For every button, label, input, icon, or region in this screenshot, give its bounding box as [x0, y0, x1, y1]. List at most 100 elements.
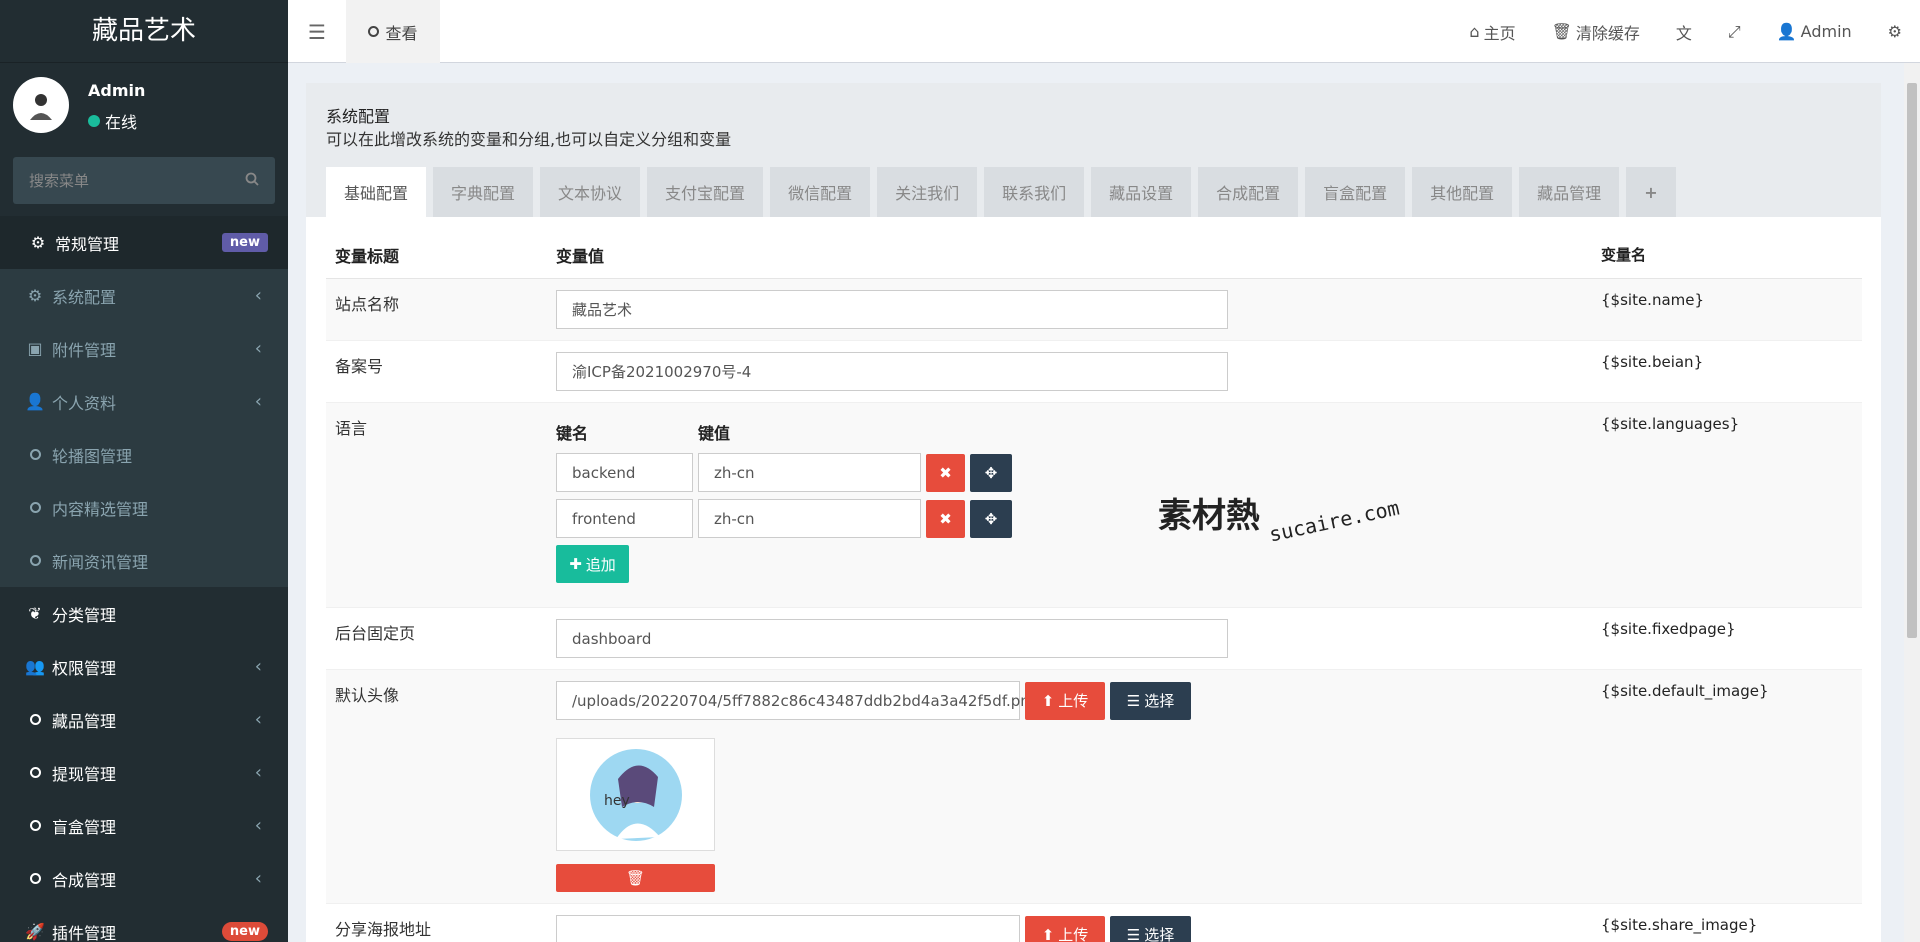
home-label: 主页	[1483, 23, 1516, 43]
tab-alipay[interactable]: 支付宝配置	[647, 167, 764, 217]
cogs-icon: ⚙	[30, 233, 46, 252]
tab-view[interactable]: 查看	[346, 0, 440, 63]
tab-blindbox[interactable]: 盲盒配置	[1305, 167, 1406, 217]
select-button[interactable]: ☰ 选择	[1110, 915, 1191, 942]
search-icon[interactable]	[245, 172, 259, 190]
upload-label: 上传	[1058, 692, 1089, 710]
users-icon: 👥	[25, 657, 45, 676]
drag-pair-button[interactable]: ✥	[970, 453, 1012, 492]
row-title: 默认头像	[335, 686, 400, 705]
tab-collection-settings[interactable]: 藏品设置	[1091, 167, 1192, 217]
menu-item-plugins[interactable]: 🚀 插件管理 new	[0, 905, 288, 942]
search-placeholder: 搜索菜单	[29, 172, 90, 190]
sidebar: 藏品艺术 Admin 在线 搜索菜单 ⚙ 常规管理 new ⚙ 系统配置 ‹ ▣…	[0, 0, 288, 942]
row-title: 分享海报地址	[335, 920, 432, 939]
select-label: 选择	[1144, 692, 1175, 710]
close-icon: ✖	[939, 463, 952, 482]
tab-wechat[interactable]: 微信配置	[770, 167, 871, 217]
select-label: 选择	[1144, 926, 1175, 942]
menu-label: 插件管理	[52, 923, 117, 942]
user-name: Admin	[88, 81, 146, 100]
beian-input[interactable]: 渝ICP备2021002970号-4	[556, 352, 1228, 391]
fullscreen-button[interactable]: ⤢	[1710, 0, 1759, 63]
menu-label: 权限管理	[52, 658, 117, 678]
circle-icon	[26, 555, 44, 566]
menu-item-news[interactable]: 新闻资讯管理	[0, 534, 288, 587]
menu-item-carousel[interactable]: 轮播图管理	[0, 428, 288, 481]
menu-search-input[interactable]: 搜索菜单	[13, 157, 275, 204]
tab-text-agreement[interactable]: 文本协议	[540, 167, 641, 217]
svg-text:hey: hey	[604, 793, 630, 809]
online-dot-icon	[88, 115, 100, 127]
tab-dictionary[interactable]: 字典配置	[433, 167, 534, 217]
menu-item-system-config[interactable]: ⚙ 系统配置 ‹	[0, 269, 288, 322]
menu-toggle-icon[interactable]: ☰	[308, 20, 326, 44]
upload-icon: ⬆	[1041, 925, 1055, 942]
default-image-input[interactable]: /uploads/20220704/5ff7882c86c43487ddb2bd…	[556, 681, 1039, 720]
add-pair-button[interactable]: ✚ 追加	[556, 545, 629, 583]
gear-icon: ⚙	[27, 286, 43, 305]
tab-add[interactable]: +	[1626, 167, 1676, 217]
upload-button[interactable]: ⬆ 上传	[1025, 915, 1105, 942]
tab-other[interactable]: 其他配置	[1412, 167, 1513, 217]
menu-item-general[interactable]: ⚙ 常规管理 new	[0, 216, 288, 269]
menu-item-category[interactable]: ❦ 分类管理	[0, 587, 288, 640]
row-title: 备案号	[335, 357, 384, 376]
value-input[interactable]: zh-cn	[698, 453, 921, 492]
watermark-url: sucaire.com	[1266, 495, 1402, 547]
menu-label: 提现管理	[52, 764, 117, 784]
language-button[interactable]: 文	[1658, 0, 1710, 63]
menu-item-blindbox[interactable]: 盲盒管理 ‹	[0, 799, 288, 852]
menu-item-collections[interactable]: 藏品管理 ‹	[0, 693, 288, 746]
drag-pair-button[interactable]: ✥	[970, 499, 1012, 538]
menu-item-withdraw[interactable]: 提现管理 ‹	[0, 746, 288, 799]
avatar-preview-image: hey	[589, 748, 682, 841]
app-brand[interactable]: 藏品艺术	[0, 0, 288, 63]
top-nav: ⌂ 主页 🗑 清除缓存 文 ⤢ 👤 Admin ⚙	[1451, 0, 1920, 63]
fixedpage-input[interactable]: dashboard	[556, 619, 1228, 658]
menu-item-attachments[interactable]: ▣ 附件管理 ‹	[0, 322, 288, 375]
select-button[interactable]: ☰ 选择	[1110, 681, 1191, 720]
home-link[interactable]: ⌂ 主页	[1451, 0, 1533, 63]
row-var: {$site.name}	[1601, 291, 1705, 309]
menu-label: 常规管理	[55, 234, 120, 254]
settings-button[interactable]: ⚙	[1870, 0, 1920, 63]
key-input[interactable]: frontend	[556, 499, 693, 538]
upload-button[interactable]: ⬆ 上传	[1025, 681, 1105, 720]
new-badge: new	[221, 922, 268, 941]
tab-collection-manage[interactable]: 藏品管理	[1519, 167, 1620, 217]
tab-synthesis[interactable]: 合成配置	[1198, 167, 1299, 217]
user-menu[interactable]: 👤 Admin	[1759, 0, 1870, 63]
table-row: 分享海报地址 ⬆ 上传 ☰ 选择 {$site.share_image}	[326, 904, 1862, 942]
menu-item-profile[interactable]: 👤 个人资料 ‹	[0, 375, 288, 428]
site-name-input[interactable]: 藏品艺术	[556, 290, 1228, 329]
tab-contact-us[interactable]: 联系我们	[984, 167, 1085, 217]
menu-label: 新闻资讯管理	[52, 552, 149, 572]
page-scrollbar[interactable]	[1904, 63, 1920, 942]
clear-cache-button[interactable]: 🗑 清除缓存	[1534, 0, 1658, 63]
row-var: {$site.beian}	[1601, 353, 1704, 371]
remove-pair-button[interactable]: ✖	[926, 499, 965, 538]
chevron-left-icon: ‹	[254, 338, 262, 359]
menu-item-permissions[interactable]: 👥 权限管理 ‹	[0, 640, 288, 693]
row-var: {$site.default_image}	[1601, 682, 1769, 700]
key-input[interactable]: backend	[556, 453, 693, 492]
row-title: 后台固定页	[335, 624, 416, 643]
config-table: 变量标题 变量值 变量名 站点名称 藏品艺术 {$site.name} 备案号 …	[326, 231, 1862, 942]
delete-image-button[interactable]: 🗑	[556, 864, 715, 892]
menu-item-featured[interactable]: 内容精选管理	[0, 481, 288, 534]
share-image-input[interactable]	[556, 915, 1020, 942]
remove-pair-button[interactable]: ✖	[926, 453, 965, 492]
trash-icon: 🗑	[1551, 22, 1572, 41]
scrollbar-thumb[interactable]	[1907, 83, 1917, 638]
menu-label: 合成管理	[52, 870, 117, 890]
tab-basic[interactable]: 基础配置	[326, 167, 427, 217]
value-input[interactable]: zh-cn	[698, 499, 921, 538]
row-var: {$site.fixedpage}	[1601, 620, 1736, 638]
panel-header: 系统配置 可以在此增改系统的变量和分组,也可以自定义分组和变量 基础配置 字典配…	[306, 83, 1881, 217]
tab-follow-us[interactable]: 关注我们	[877, 167, 978, 217]
menu-item-synthesis[interactable]: 合成管理 ‹	[0, 852, 288, 905]
value-header: 键值	[698, 424, 731, 443]
header-name: 变量名	[1601, 246, 1647, 264]
language-icon: 文	[1675, 23, 1692, 43]
